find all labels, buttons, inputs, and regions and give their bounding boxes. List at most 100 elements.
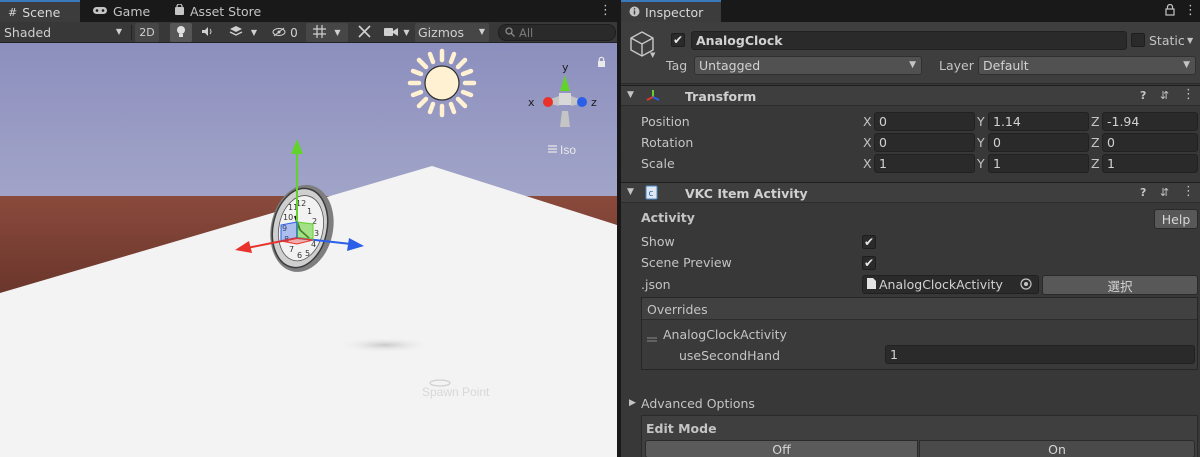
rotation-label: Rotation <box>641 135 694 150</box>
svg-text:c: c <box>649 189 654 199</box>
object-name-field[interactable]: AnalogClock <box>691 31 1127 50</box>
tag-dropdown[interactable]: Untagged ▼ <box>694 56 922 75</box>
effects-dropdown[interactable]: ▼ <box>222 23 264 42</box>
camera-settings-dropdown[interactable]: ▼ <box>380 23 414 42</box>
transform-header[interactable]: ▼ Transform ? ⇵ ⋮ <box>621 85 1200 106</box>
z-axis-label[interactable]: Z <box>1091 135 1100 150</box>
shading-mode-dropdown[interactable]: Shaded ▼ <box>0 23 128 42</box>
more-options-icon[interactable]: ⋮ <box>599 3 612 18</box>
lock-icon[interactable] <box>1165 3 1175 19</box>
camera-icon <box>384 26 399 40</box>
lightbulb-icon <box>176 25 186 41</box>
more-options-icon[interactable]: ⋮ <box>1182 87 1195 102</box>
more-options-icon[interactable]: ⋮ <box>1184 3 1197 18</box>
active-checkbox[interactable]: ✔ <box>671 33 685 47</box>
rotation-x-field[interactable]: 0 <box>874 133 975 152</box>
help-icon[interactable]: ? <box>1140 186 1146 199</box>
scene-tab-bar: # Scene Game Asset Store ⋮ <box>0 0 617 22</box>
x-axis-label[interactable]: X <box>863 135 872 150</box>
activity-section-label: Activity <box>641 210 695 225</box>
show-label: Show <box>641 234 675 249</box>
scene-preview-checkbox[interactable]: ✔ <box>862 256 876 270</box>
object-picker-icon[interactable] <box>1020 278 1032 293</box>
z-axis-label[interactable]: Z <box>1091 156 1100 171</box>
spawn-point-label: Spawn Point <box>422 385 490 399</box>
gamepad-icon <box>92 4 108 19</box>
lighting-toggle-button[interactable] <box>170 23 192 42</box>
override-name-label: AnalogClockActivity <box>663 327 787 342</box>
sun-icon <box>407 48 477 118</box>
static-chevron-down-icon[interactable]: ▼ <box>1187 36 1193 45</box>
toggle-2d-button[interactable]: 2D <box>135 23 159 42</box>
tab-inspector[interactable]: Inspector <box>621 0 721 22</box>
gizmo-y-label: y <box>562 61 569 74</box>
chevron-down-icon: ▼ <box>250 28 258 37</box>
z-axis-label[interactable]: Z <box>1091 114 1100 129</box>
position-z-field[interactable]: -1.94 <box>1102 112 1198 131</box>
tab-game[interactable]: Game <box>84 0 164 22</box>
static-label: Static <box>1149 33 1185 48</box>
chevron-down-icon: ▼ <box>478 27 485 36</box>
override-param-field[interactable]: 1 <box>885 345 1195 364</box>
y-axis-label[interactable]: Y <box>977 156 985 171</box>
svg-text:7: 7 <box>289 245 294 254</box>
show-checkbox[interactable]: ✔ <box>862 235 876 249</box>
search-icon <box>505 26 515 40</box>
projection-toggle[interactable]: Iso <box>548 143 576 157</box>
foldout-arrow-icon[interactable]: ▼ <box>627 187 634 197</box>
tools-toggle-button[interactable] <box>352 23 376 42</box>
edit-mode-off-button[interactable]: Off <box>645 440 918 457</box>
advanced-options-foldout[interactable]: Advanced Options <box>641 396 755 411</box>
scale-y-field[interactable]: 1 <box>988 154 1089 173</box>
scene-view-panel: # Scene Game Asset Store ⋮ Shaded ▼ 2D ▼… <box>0 0 617 457</box>
clock-shadow <box>337 337 433 353</box>
position-x-field[interactable]: 0 <box>874 112 975 131</box>
layers-icon <box>229 25 243 40</box>
shopping-bag-icon <box>174 2 185 19</box>
edit-mode-on-button[interactable]: On <box>919 440 1195 457</box>
settings-sliders-icon[interactable]: ⇵ <box>1160 186 1169 199</box>
scene-search-input[interactable]: All <box>498 24 616 41</box>
scale-x-field[interactable]: 1 <box>874 154 975 173</box>
chevron-down-icon: ▼ <box>403 28 410 37</box>
edit-mode-box: Edit Mode Off On <box>641 415 1198 457</box>
position-y-field[interactable]: 1.14 <box>988 112 1089 131</box>
x-axis-label[interactable]: X <box>863 156 872 171</box>
json-label: .json <box>641 277 671 292</box>
svg-text:6: 6 <box>297 251 302 260</box>
rotation-y-field[interactable]: 0 <box>988 133 1089 152</box>
tab-asset-store[interactable]: Asset Store <box>166 0 276 22</box>
drag-handle-icon[interactable] <box>647 331 657 345</box>
audio-toggle-button[interactable] <box>196 23 218 42</box>
json-object-field[interactable]: AnalogClockActivity <box>862 275 1039 294</box>
more-options-icon[interactable]: ⋮ <box>1182 184 1195 199</box>
layer-dropdown[interactable]: Default ▼ <box>978 56 1196 75</box>
select-button[interactable]: 選択 <box>1042 275 1198 295</box>
scene-viewport[interactable]: Spawn Point y x z Iso 12 1 2 3 4 5 6 7 9… <box>0 43 617 457</box>
tab-scene[interactable]: # Scene <box>0 0 80 22</box>
info-icon <box>629 5 640 20</box>
projection-label: Iso <box>560 143 576 157</box>
static-checkbox[interactable] <box>1131 33 1145 47</box>
chevron-down-icon[interactable]: ▼ <box>650 51 655 59</box>
hash-icon: # <box>8 5 18 19</box>
gizmos-dropdown[interactable]: Gizmos ▼ <box>415 23 489 42</box>
grid-snap-dropdown[interactable]: ▼ <box>306 23 348 42</box>
x-axis-label[interactable]: X <box>863 114 872 129</box>
foldout-arrow-icon[interactable]: ▶ <box>629 398 636 408</box>
foldout-arrow-icon[interactable]: ▼ <box>627 90 634 100</box>
help-icon[interactable]: ? <box>1140 89 1146 102</box>
lock-icon[interactable] <box>598 56 605 67</box>
svg-text:5: 5 <box>305 249 310 258</box>
vkc-item-activity-header[interactable]: ▼ c VKC Item Activity ? ⇵ ⋮ <box>621 182 1200 203</box>
rotation-z-field[interactable]: 0 <box>1102 133 1198 152</box>
scale-z-field[interactable]: 1 <box>1102 154 1198 173</box>
svg-text:4: 4 <box>311 240 316 249</box>
settings-sliders-icon[interactable]: ⇵ <box>1160 89 1169 102</box>
scale-label: Scale <box>641 156 675 171</box>
y-axis-label[interactable]: Y <box>977 135 985 150</box>
hidden-objects-toggle[interactable]: 0 <box>268 23 302 42</box>
help-button[interactable]: Help <box>1154 209 1198 229</box>
y-axis-label[interactable]: Y <box>977 114 985 129</box>
orientation-gizmo[interactable]: y x z <box>528 61 597 127</box>
